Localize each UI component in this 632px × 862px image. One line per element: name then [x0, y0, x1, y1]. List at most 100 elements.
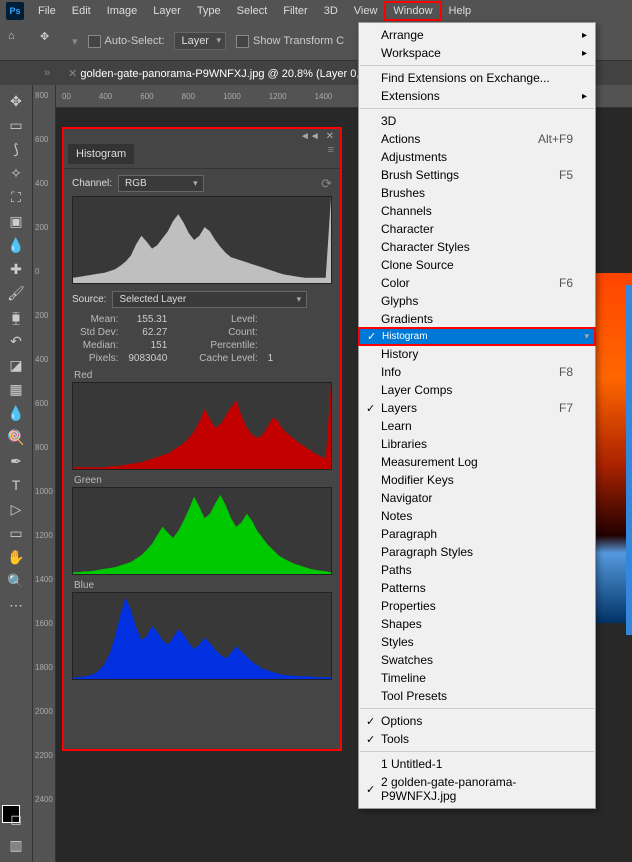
menu-filter[interactable]: Filter — [275, 2, 315, 20]
menu-item-extensions[interactable]: Extensions — [359, 87, 595, 105]
menu-item-character-styles[interactable]: Character Styles — [359, 238, 595, 256]
chevron-right-icon[interactable]: » — [44, 67, 50, 79]
menu-item-learn[interactable]: Learn — [359, 417, 595, 435]
tool-eraser[interactable]: ◪ — [2, 353, 30, 377]
menu-item-workspace[interactable]: Workspace — [359, 44, 595, 62]
menu-item-character[interactable]: Character — [359, 220, 595, 238]
menu-item-gradients[interactable]: Gradients — [359, 310, 595, 328]
menu-item-1-untitled-1[interactable]: 1 Untitled-1 — [359, 755, 595, 773]
blue-label: Blue — [74, 580, 332, 591]
document-tab[interactable]: ✕ golden-gate-panorama-P9WNFXJ.jpg @ 20.… — [58, 63, 383, 84]
menu-help[interactable]: Help — [441, 2, 480, 20]
menu-item-brushes[interactable]: Brushes — [359, 184, 595, 202]
menu-item-options[interactable]: Options — [359, 712, 595, 730]
menu-3d[interactable]: 3D — [316, 2, 346, 20]
tool-wand[interactable]: ✧ — [2, 161, 30, 185]
menu-item-paragraph-styles[interactable]: Paragraph Styles — [359, 543, 595, 561]
tool-stamp[interactable]: ⧯ — [2, 305, 30, 329]
tool-shape[interactable]: ▭ — [2, 521, 30, 545]
tool-more[interactable]: ⋯ — [2, 593, 30, 617]
close-icon[interactable]: ✕ — [326, 131, 334, 142]
tool-dodge[interactable]: 🍭 — [2, 425, 30, 449]
menu-type[interactable]: Type — [189, 2, 229, 20]
menu-item-2-golden-gate-panorama-p9wnfxj-jpg[interactable]: 2 golden-gate-panorama-P9WNFXJ.jpg — [359, 773, 595, 805]
menu-item-color[interactable]: ColorF6 — [359, 274, 595, 292]
show-transform-checkbox[interactable]: Show Transform C — [236, 35, 344, 48]
layer-select[interactable]: Layer — [174, 32, 226, 50]
move-tool-icon[interactable]: ✥ — [40, 30, 62, 52]
menu-item-actions[interactable]: ActionsAlt+F9 — [359, 130, 595, 148]
menu-item-clone-source[interactable]: Clone Source — [359, 256, 595, 274]
histogram-tab[interactable]: Histogram — [68, 144, 134, 164]
green-label: Green — [74, 475, 332, 486]
menu-item-3d[interactable]: 3D — [359, 112, 595, 130]
tool-type[interactable]: T — [2, 473, 30, 497]
menu-view[interactable]: View — [346, 2, 386, 20]
menu-item-info[interactable]: InfoF8 — [359, 363, 595, 381]
tool-crop[interactable]: ⛶ — [2, 185, 30, 209]
menubar: Ps FileEditImageLayerTypeSelectFilter3DV… — [0, 0, 632, 22]
menu-item-tool-presets[interactable]: Tool Presets — [359, 687, 595, 705]
tool-pen[interactable]: ✒ — [2, 449, 30, 473]
menu-item-history[interactable]: History — [359, 345, 595, 363]
tool-history-brush[interactable]: ↶ — [2, 329, 30, 353]
menu-layer[interactable]: Layer — [145, 2, 189, 20]
menu-item-layer-comps[interactable]: Layer Comps — [359, 381, 595, 399]
window-menu-dropdown: ArrangeWorkspace Find Extensions on Excha… — [358, 22, 596, 809]
menu-item-modifier-keys[interactable]: Modifier Keys — [359, 471, 595, 489]
menu-item-paths[interactable]: Paths — [359, 561, 595, 579]
menu-item-measurement-log[interactable]: Measurement Log — [359, 453, 595, 471]
refresh-icon[interactable]: ⟳ — [321, 176, 332, 192]
collapse-icon[interactable]: ◄◄ — [300, 131, 320, 142]
menu-item-histogram[interactable]: Histogram — [359, 328, 595, 345]
menu-image[interactable]: Image — [99, 2, 146, 20]
menu-item-notes[interactable]: Notes — [359, 507, 595, 525]
menu-item-paragraph[interactable]: Paragraph — [359, 525, 595, 543]
tool-blur[interactable]: 💧 — [2, 401, 30, 425]
tool-path-select[interactable]: ▷ — [2, 497, 30, 521]
menu-edit[interactable]: Edit — [64, 2, 99, 20]
menu-item-styles[interactable]: Styles — [359, 633, 595, 651]
menu-item-adjustments[interactable]: Adjustments — [359, 148, 595, 166]
menu-window[interactable]: Window — [385, 2, 440, 20]
menu-item-channels[interactable]: Channels — [359, 202, 595, 220]
red-label: Red — [74, 370, 332, 381]
menu-item-brush-settings[interactable]: Brush SettingsF5 — [359, 166, 595, 184]
menu-file[interactable]: File — [30, 2, 64, 20]
home-icon[interactable]: ⌂ — [8, 30, 30, 52]
channel-select[interactable]: RGB — [118, 175, 204, 192]
channel-label: Channel: — [72, 178, 112, 189]
menu-item-arrange[interactable]: Arrange — [359, 26, 595, 44]
tool-gradient[interactable]: ▦ — [2, 377, 30, 401]
tool-heal[interactable]: ✚ — [2, 257, 30, 281]
menu-item-tools[interactable]: Tools — [359, 730, 595, 748]
tool-lasso[interactable]: ⟆ — [2, 137, 30, 161]
menu-item-layers[interactable]: LayersF7 — [359, 399, 595, 417]
tool-marquee[interactable]: ▭ — [2, 113, 30, 137]
histogram-red — [72, 382, 332, 470]
screen-mode-icon[interactable]: ▥ — [2, 833, 30, 857]
source-label: Source: — [72, 294, 106, 305]
menu-item-glyphs[interactable]: Glyphs — [359, 292, 595, 310]
menu-item-patterns[interactable]: Patterns — [359, 579, 595, 597]
tool-eyedropper[interactable]: 💧 — [2, 233, 30, 257]
quick-mask-icon[interactable]: ◻ — [2, 807, 30, 831]
tool-move[interactable]: ✥ — [2, 89, 30, 113]
menu-item-find-extensions-on-exchange-[interactable]: Find Extensions on Exchange... — [359, 69, 595, 87]
menu-item-properties[interactable]: Properties — [359, 597, 595, 615]
tool-zoom[interactable]: 🔍 — [2, 569, 30, 593]
tool-brush[interactable]: 🖌 — [2, 281, 30, 305]
auto-select-checkbox[interactable]: Auto-Select: — [88, 35, 165, 48]
histogram-stats: Mean:155.31 Std Dev:62.27 Median:151 Pix… — [74, 312, 330, 366]
source-select[interactable]: Selected Layer — [112, 291, 307, 308]
panel-menu-icon[interactable]: ≡ — [328, 144, 334, 168]
histogram-panel: ◄◄ ✕ Histogram ≡ Channel: RGB ⟳ Source: … — [62, 127, 342, 751]
tool-hand[interactable]: ✋ — [2, 545, 30, 569]
menu-item-timeline[interactable]: Timeline — [359, 669, 595, 687]
menu-item-swatches[interactable]: Swatches — [359, 651, 595, 669]
tool-frame[interactable]: ▣ — [2, 209, 30, 233]
menu-select[interactable]: Select — [229, 2, 276, 20]
menu-item-libraries[interactable]: Libraries — [359, 435, 595, 453]
menu-item-shapes[interactable]: Shapes — [359, 615, 595, 633]
menu-item-navigator[interactable]: Navigator — [359, 489, 595, 507]
